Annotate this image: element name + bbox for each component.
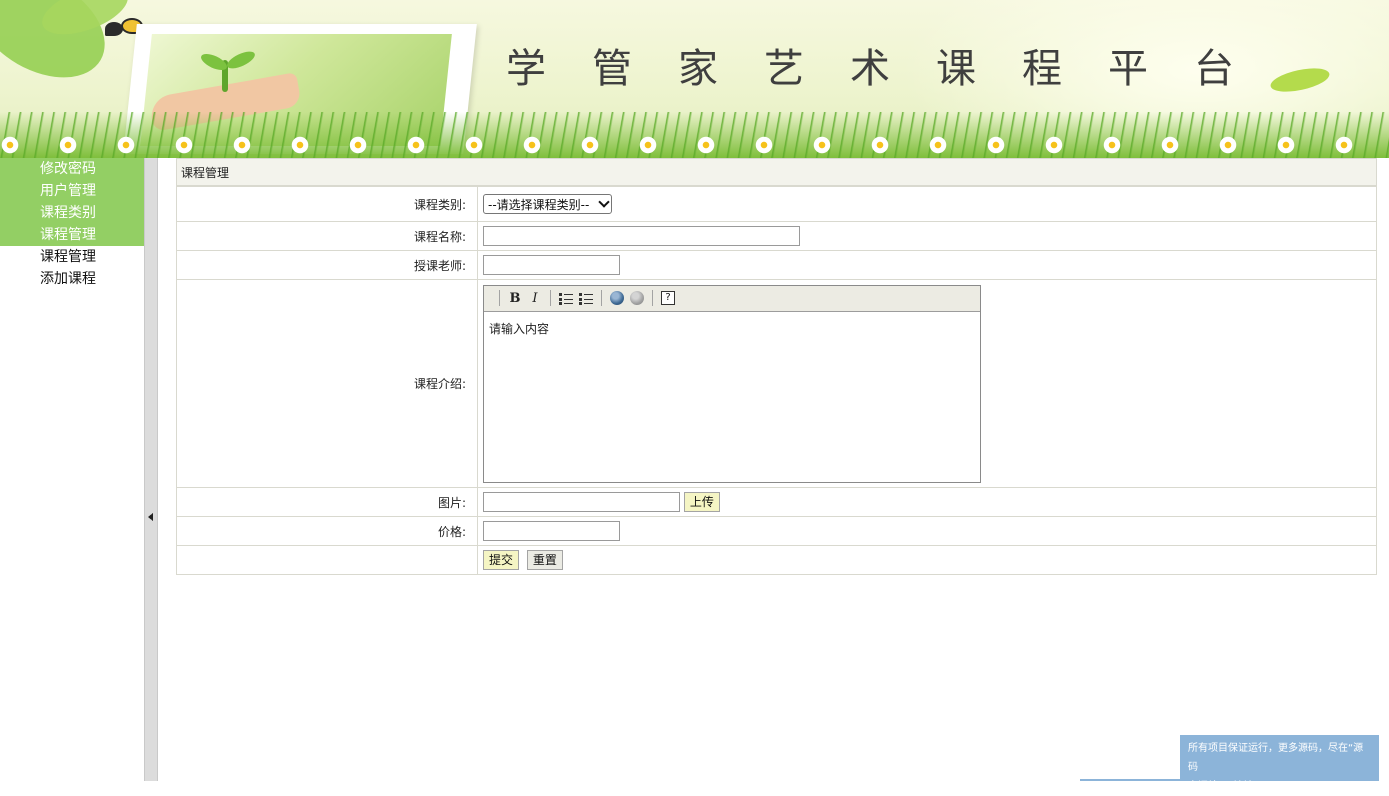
ordered-list-icon[interactable] <box>556 288 576 308</box>
link-globe-icon[interactable] <box>607 288 627 308</box>
sidebar-splitter[interactable] <box>144 158 158 781</box>
form-row-category: 课程类别: --请选择课程类别-- <box>176 186 1377 222</box>
notice-line-2: 空间站”，地址: www.shuyue.fun <box>1188 781 1343 792</box>
flower-decoration <box>0 134 1389 156</box>
italic-icon[interactable]: I <box>525 288 545 308</box>
form-row-teacher: 授课老师: <box>176 250 1377 280</box>
sidebar-group-course-category[interactable]: 课程类别 <box>0 202 144 224</box>
submit-button[interactable]: 提交 <box>483 550 520 570</box>
bold-icon[interactable]: B <box>505 288 525 308</box>
category-label: 课程类别: <box>176 186 478 222</box>
unlink-globe-icon[interactable] <box>627 288 647 308</box>
main-content: 课程管理 课程类别: --请选择课程类别-- 课程名称: 授课老师: 课程介绍:… <box>176 158 1377 575</box>
sidebar-item-course-management[interactable]: 课程管理 <box>0 246 144 268</box>
course-name-input[interactable] <box>483 226 800 246</box>
intro-label: 课程介绍: <box>176 279 478 488</box>
form-row-name: 课程名称: <box>176 221 1377 251</box>
form-row-price: 价格: <box>176 516 1377 546</box>
sidebar-nav: 修改密码 用户管理 课程类别 课程管理 课程管理 添加课程 <box>0 158 144 781</box>
teacher-input[interactable] <box>483 255 620 275</box>
sidebar-group-user-management[interactable]: 用户管理 <box>0 180 144 202</box>
collapse-arrow-icon[interactable] <box>148 513 153 521</box>
sidebar-item-add-course[interactable]: 添加课程 <box>0 268 144 290</box>
form-row-intro: 课程介绍: B I ? 请输入内容 <box>176 279 1377 488</box>
teacher-label: 授课老师: <box>176 250 478 280</box>
reset-button[interactable]: 重置 <box>526 550 563 570</box>
form-row-image: 图片: 上传 <box>176 487 1377 517</box>
chevron-down-icon <box>598 196 610 208</box>
editor-toolbar: B I ? <box>484 285 980 312</box>
name-label: 课程名称: <box>176 221 478 251</box>
notice-line-1: 所有项目保证运行，更多源码，尽在“源码 <box>1188 743 1364 773</box>
price-input[interactable] <box>483 521 620 541</box>
header-banner: 学管家艺术课程平台 <box>0 0 1389 158</box>
toolbar-divider <box>550 290 551 306</box>
image-label: 图片: <box>176 487 478 517</box>
unordered-list-icon[interactable] <box>576 288 596 308</box>
toolbar-divider <box>601 290 602 306</box>
site-title: 学管家艺术课程平台 <box>506 46 1280 92</box>
course-form: 课程类别: --请选择课程类别-- 课程名称: 授课老师: 课程介绍: B I … <box>176 186 1377 575</box>
image-path-input[interactable] <box>483 492 680 512</box>
sidebar-group-change-password[interactable]: 修改密码 <box>0 158 144 180</box>
toolbar-divider <box>499 290 500 306</box>
source-notice: 所有项目保证运行，更多源码，尽在“源码 空间站”，地址: www.shuyue.… <box>1180 735 1379 792</box>
help-icon[interactable]: ? <box>658 288 678 308</box>
toolbar-divider <box>652 290 653 306</box>
sidebar-group-course-management[interactable]: 课程管理 <box>0 224 144 246</box>
panel-title: 课程管理 <box>176 158 1377 186</box>
category-select[interactable]: --请选择课程类别-- <box>483 194 612 214</box>
upload-button[interactable]: 上传 <box>683 492 720 512</box>
price-label: 价格: <box>176 516 478 546</box>
form-row-actions: 提交 重置 <box>176 545 1377 575</box>
category-select-value: --请选择课程类别-- <box>488 197 590 212</box>
editor-content-area[interactable]: 请输入内容 <box>484 311 980 482</box>
rich-text-editor: B I ? 请输入内容 <box>483 284 981 483</box>
